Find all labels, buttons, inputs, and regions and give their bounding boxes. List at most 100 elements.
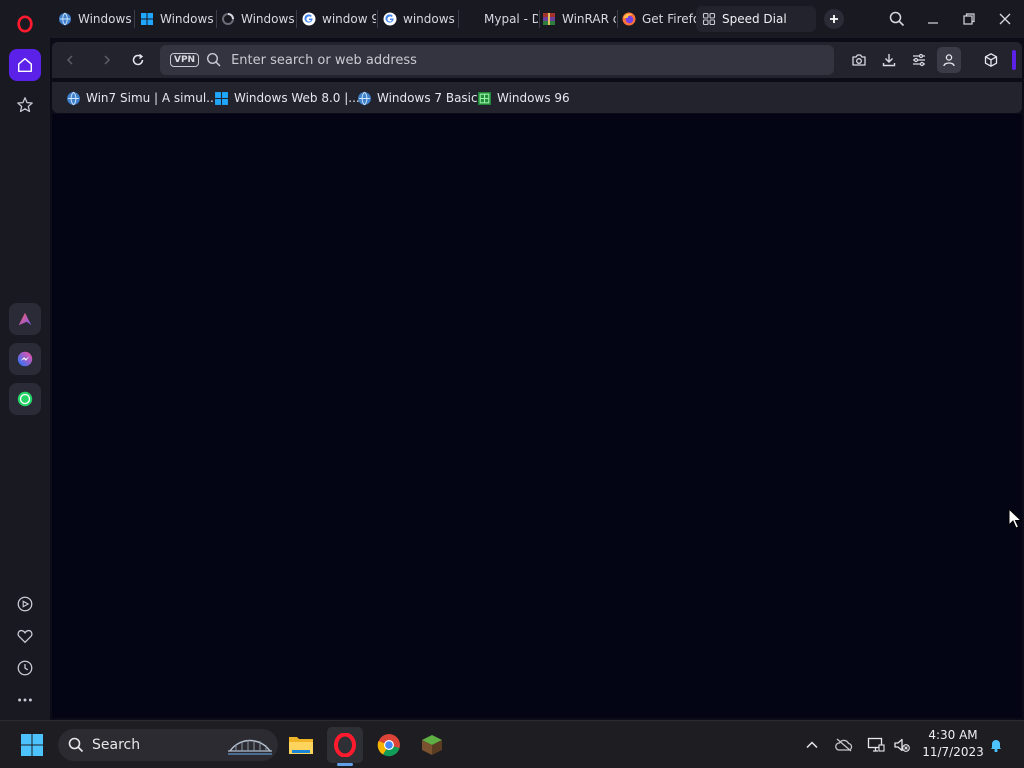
clock-time: 4:30 AM	[928, 728, 978, 742]
search-icon	[68, 737, 84, 753]
cube-icon	[984, 53, 998, 67]
tab-item[interactable]: WinRAR c	[536, 6, 616, 32]
tab-item[interactable]: Windows	[52, 6, 132, 32]
google-g-icon	[302, 12, 316, 26]
vpn-badge[interactable]: VPN	[170, 53, 200, 67]
minecraft-icon	[422, 735, 442, 755]
display-icon	[867, 737, 885, 752]
taskbar: Search 4:30 AM 11/7/2023	[0, 720, 1024, 768]
bookmark-label: Windows 7 Basic	[377, 91, 478, 105]
tab-item[interactable]: Windows	[134, 6, 214, 32]
user-icon	[943, 54, 955, 67]
player-icon[interactable]	[9, 588, 41, 620]
restore-icon	[963, 13, 975, 25]
tab-label: Speed Dial	[722, 12, 787, 26]
win7-globe-icon	[358, 91, 371, 105]
settings-sliders-icon	[913, 53, 925, 67]
active-app-indicator	[337, 763, 353, 766]
mouse-cursor-icon	[1008, 508, 1022, 529]
onedrive-status[interactable]	[834, 735, 854, 755]
messenger-icon[interactable]	[9, 343, 41, 375]
easy-setup-button[interactable]	[910, 51, 928, 69]
windows-logo-icon	[141, 13, 153, 25]
win7-globe-icon	[67, 91, 80, 105]
chrome-icon	[377, 734, 400, 757]
extensions-button[interactable]	[982, 51, 1000, 69]
tab-search-button[interactable]	[886, 8, 908, 30]
google-g-icon	[383, 12, 397, 26]
tab-item[interactable]: Get Firefo	[616, 6, 696, 32]
back-button[interactable]	[61, 51, 79, 69]
notification-center-button[interactable]	[986, 735, 1006, 755]
plus-icon	[830, 15, 838, 23]
bookmark-label: Windows 96	[497, 91, 570, 105]
win7-globe-icon	[59, 12, 71, 26]
aria-icon[interactable]	[9, 303, 41, 335]
windows-logo-icon	[215, 91, 228, 105]
chrome-taskbar-button[interactable]	[371, 727, 407, 763]
tab-item[interactable]: Windows	[215, 6, 295, 32]
minimize-icon	[928, 22, 938, 24]
onedrive-offline-icon	[835, 738, 853, 752]
taskbar-search-box[interactable]: Search	[58, 729, 278, 761]
volume-status[interactable]	[892, 735, 912, 755]
forward-button[interactable]	[98, 51, 116, 69]
tab-strip: Windows Windows Windows window 9 windows…	[50, 0, 1024, 38]
tab-item[interactable]: windows	[377, 6, 457, 32]
address-input[interactable]	[231, 52, 792, 68]
tab-item[interactable]: Mypal - D	[458, 6, 538, 32]
profile-button[interactable]	[937, 47, 961, 73]
close-button[interactable]	[994, 8, 1016, 30]
opera-icon	[334, 733, 356, 757]
taskbar-clock[interactable]: 4:30 AM 11/7/2023	[920, 727, 986, 761]
snapshot-button[interactable]	[850, 51, 868, 69]
tab-speed-dial[interactable]: Speed Dial	[696, 6, 816, 32]
minecraft-taskbar-button[interactable]	[414, 727, 450, 763]
bookmark-item[interactable]: Windows Web 8.0 |...	[214, 89, 360, 107]
minimize-button[interactable]	[922, 8, 944, 30]
tab-item[interactable]: window 9	[296, 6, 376, 32]
tab-label: Windows	[160, 12, 214, 26]
tab-label: Get Firefo	[642, 12, 696, 26]
search-highlight-bridge-icon	[228, 739, 272, 755]
windows96-icon	[478, 91, 491, 105]
home-icon[interactable]	[9, 49, 41, 81]
chevron-right-icon	[104, 55, 111, 65]
star-icon[interactable]	[9, 89, 41, 121]
bookmark-item[interactable]: Windows 96	[477, 89, 570, 107]
more-icon[interactable]	[9, 684, 41, 716]
history-icon[interactable]	[9, 652, 41, 684]
tab-label: windows	[403, 12, 455, 26]
sidebar-panel-indicator	[1012, 50, 1016, 70]
whatsapp-icon[interactable]	[9, 383, 41, 415]
restore-button[interactable]	[958, 8, 980, 30]
taskbar-search-label: Search	[92, 737, 141, 753]
heart-icon[interactable]	[9, 620, 41, 652]
file-explorer-icon	[289, 737, 313, 754]
file-explorer-button[interactable]	[283, 727, 319, 763]
chevron-left-icon	[66, 55, 73, 65]
opera-logo-icon[interactable]	[9, 8, 41, 40]
start-button[interactable]	[14, 727, 50, 763]
downloads-button[interactable]	[880, 51, 898, 69]
opera-taskbar-button[interactable]	[327, 727, 363, 763]
bookmark-item[interactable]: Win7 Simu | A simul...	[66, 89, 218, 107]
reload-button[interactable]	[129, 51, 147, 69]
show-hidden-icons-button[interactable]	[802, 735, 822, 755]
download-icon	[882, 54, 896, 67]
new-tab-button[interactable]	[824, 9, 844, 29]
loading-spinner-icon	[222, 13, 234, 25]
page-content[interactable]	[52, 114, 1022, 718]
display-status[interactable]	[866, 735, 886, 755]
bookmark-label: Windows Web 8.0 |...	[234, 91, 360, 105]
opera-sidebar	[0, 0, 50, 720]
volume-muted-icon	[894, 738, 910, 752]
tab-label: Windows	[78, 12, 132, 26]
firefox-icon	[622, 12, 636, 26]
blank-page-icon	[464, 12, 478, 26]
browser-toolbar: VPN	[52, 42, 1022, 78]
tab-label: window 9	[322, 12, 376, 26]
bookmark-item[interactable]: Windows 7 Basic	[357, 89, 478, 107]
desktop: Windows Windows Windows window 9 windows…	[0, 0, 1024, 768]
tab-label: Mypal - D	[484, 12, 538, 26]
